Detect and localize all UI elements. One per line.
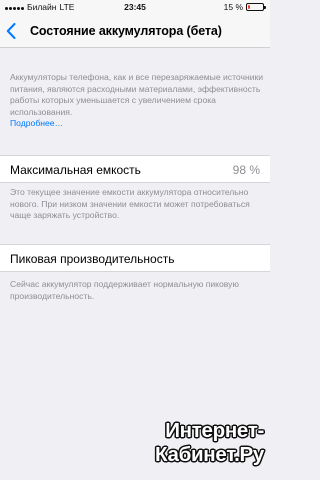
max-capacity-row: Максимальная емкость 98 % xyxy=(0,155,270,183)
watermark-line-1: Интернет- xyxy=(165,419,264,442)
watermark-line-2: Кабинет.Ру xyxy=(155,443,264,466)
learn-more-link[interactable]: Подробнее… xyxy=(10,118,63,128)
intro-text-block: Аккумуляторы телефона, как и все перезар… xyxy=(10,72,266,130)
peak-performance-row: Пиковая производительность xyxy=(0,244,270,272)
intro-text: Аккумуляторы телефона, как и все перезар… xyxy=(10,72,264,117)
chevron-left-icon xyxy=(6,23,16,39)
status-right: 15 % xyxy=(223,2,266,12)
performance-description: Сейчас аккумулятор поддерживает нормальн… xyxy=(10,279,239,301)
peak-performance-label: Пиковая производительность xyxy=(10,252,175,266)
battery-percent: 15 % xyxy=(223,2,243,12)
max-capacity-value: 98 % xyxy=(232,163,260,177)
watermark-logo: Интернет- Кабинет.Ру xyxy=(114,409,264,469)
max-capacity-label: Максимальная емкость xyxy=(10,163,141,177)
capacity-description: Это текущее значение емкости аккумулятор… xyxy=(10,187,250,220)
back-button[interactable] xyxy=(3,18,29,44)
navigation-bar: Состояние аккумулятора (бета) xyxy=(0,14,270,48)
battery-fill xyxy=(248,5,251,9)
status-bar: Билайн LTE 23:45 15 % xyxy=(0,0,270,14)
page-title: Состояние аккумулятора (бета) xyxy=(30,24,222,38)
battery-icon xyxy=(246,3,266,11)
